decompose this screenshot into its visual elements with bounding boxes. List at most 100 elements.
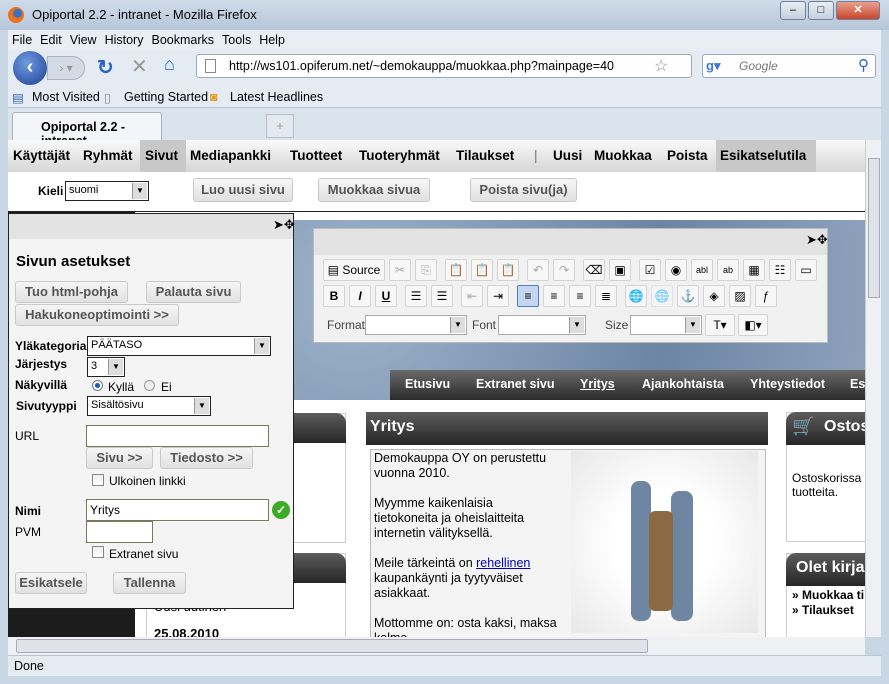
- bookmark-star-icon[interactable]: ☆: [654, 56, 668, 76]
- nav-uusi[interactable]: Uusi: [553, 148, 582, 163]
- menu-history[interactable]: History: [105, 33, 144, 47]
- login-link[interactable]: » Muokkaa ti: [792, 588, 864, 602]
- checkbox-icon[interactable]: ☑: [639, 259, 661, 281]
- create-page-button[interactable]: Luo uusi sivu: [193, 178, 293, 202]
- radio-icon[interactable]: ◉: [665, 259, 687, 281]
- justify-icon[interactable]: ≣: [595, 285, 617, 307]
- table-icon[interactable]: ▦: [743, 259, 765, 281]
- minimize-button[interactable]: –: [780, 1, 806, 20]
- italic-icon[interactable]: I: [349, 285, 371, 307]
- bookmark-most-visited[interactable]: Most Visited: [32, 90, 100, 104]
- reload-icon[interactable]: ↻: [97, 55, 114, 80]
- url-input[interactable]: [86, 425, 269, 447]
- visible-no-radio[interactable]: [144, 380, 155, 391]
- move-icon[interactable]: ➤✥: [273, 217, 295, 233]
- paste-word-icon[interactable]: 📋: [497, 259, 519, 281]
- vertical-scrollbar[interactable]: [865, 140, 881, 637]
- nav-esikatselutila[interactable]: Esikatselutila: [720, 148, 806, 163]
- language-select[interactable]: suomi ▼: [65, 181, 149, 201]
- object-icon[interactable]: ◈: [703, 285, 725, 307]
- format-select[interactable]: ▼: [365, 315, 467, 335]
- back-button[interactable]: ‹: [13, 51, 47, 85]
- bookmark-getting-started[interactable]: Getting Started: [124, 90, 208, 104]
- outdent-icon[interactable]: ⇤: [461, 285, 483, 307]
- horizontal-scrollbar[interactable]: [8, 637, 865, 655]
- anchor-icon[interactable]: ⚓: [677, 285, 699, 307]
- bookmark-latest-headlines[interactable]: Latest Headlines: [230, 90, 323, 104]
- parent-select[interactable]: PÄÄTASO ▼: [87, 336, 271, 356]
- search-input[interactable]: Google: [702, 54, 876, 78]
- external-link-checkbox[interactable]: [92, 474, 104, 486]
- nav-kayttajat[interactable]: Käyttäjät: [13, 148, 70, 163]
- page-link-button[interactable]: Sivu >>: [86, 447, 153, 469]
- stop-icon[interactable]: ✕: [131, 54, 148, 79]
- align-right-icon[interactable]: ≡: [569, 285, 591, 307]
- file-link-button[interactable]: Tiedosto >>: [160, 447, 253, 469]
- font-select[interactable]: ▼: [498, 315, 586, 335]
- redo-icon[interactable]: ↷: [553, 259, 575, 281]
- source-button[interactable]: ▤ Source: [323, 259, 385, 281]
- edit-page-button[interactable]: Muokkaa sivua: [318, 178, 430, 202]
- bold-icon[interactable]: B: [323, 285, 345, 307]
- delete-page-button[interactable]: Poista sivu(ja): [470, 178, 577, 202]
- textfield-icon[interactable]: abl: [691, 259, 713, 281]
- close-button[interactable]: ✕: [836, 1, 880, 20]
- site-nav-etusivu[interactable]: Etusivu: [405, 377, 450, 391]
- visible-yes-radio[interactable]: [92, 380, 103, 391]
- login-link[interactable]: » Tilaukset: [792, 603, 854, 617]
- address-bar[interactable]: http://ws101.opiferum.net/~demokauppa/mu…: [196, 54, 692, 78]
- paste-text-icon[interactable]: 📋: [471, 259, 493, 281]
- size-select[interactable]: ▼: [630, 315, 702, 335]
- extranet-checkbox[interactable]: [92, 546, 104, 558]
- flash-icon[interactable]: ƒ: [755, 285, 777, 307]
- menu-edit[interactable]: Edit: [40, 33, 62, 47]
- tab-opiportal[interactable]: Opiportal 2.2 - intranet: [12, 112, 162, 148]
- preview-button[interactable]: Esikatsele: [15, 572, 87, 594]
- save-button[interactable]: Tallenna: [113, 572, 186, 594]
- menu-tools[interactable]: Tools: [222, 33, 251, 47]
- site-nav-ajankohtaista[interactable]: Ajankohtaista: [642, 377, 724, 391]
- import-template-button[interactable]: Tuo html-pohja: [15, 281, 128, 303]
- site-nav-yhteystiedot[interactable]: Yhteystiedot: [750, 377, 825, 391]
- menu-bookmarks[interactable]: Bookmarks: [151, 33, 214, 47]
- numbered-list-icon[interactable]: ☰: [405, 285, 427, 307]
- name-input[interactable]: Yritys: [86, 499, 269, 521]
- eraser-icon[interactable]: ⌫: [583, 259, 605, 281]
- type-select[interactable]: Sisältösivu ▼: [87, 396, 211, 416]
- date-input[interactable]: [86, 521, 153, 543]
- nav-poista[interactable]: Poista: [667, 148, 708, 163]
- undo-icon[interactable]: ↶: [527, 259, 549, 281]
- site-nav-yritys[interactable]: Yritys: [580, 377, 615, 391]
- paste-icon[interactable]: 📋: [445, 259, 467, 281]
- site-nav-more[interactable]: Es: [850, 377, 865, 391]
- form-icon[interactable]: ▣: [609, 259, 631, 281]
- link-icon[interactable]: 🌐: [625, 285, 647, 307]
- search-magnifier-icon[interactable]: ⚲: [858, 56, 869, 74]
- site-nav-extranet[interactable]: Extranet sivu: [476, 377, 555, 391]
- menu-view[interactable]: View: [70, 33, 97, 47]
- scroll-thumb[interactable]: [16, 639, 648, 653]
- scroll-thumb[interactable]: [868, 158, 880, 298]
- seo-button[interactable]: Hakukoneoptimointi >>: [15, 304, 179, 326]
- panel-drag-handle[interactable]: [9, 214, 293, 239]
- nav-sivut[interactable]: Sivut: [145, 148, 178, 163]
- link-rehellinen[interactable]: rehellinen: [476, 556, 530, 570]
- nav-tuotteet[interactable]: Tuotteet: [290, 148, 342, 163]
- order-select[interactable]: 3 ▼: [87, 357, 125, 377]
- menu-file[interactable]: File: [12, 33, 32, 47]
- bullet-list-icon[interactable]: ☰: [431, 285, 453, 307]
- editor-drag-handle[interactable]: [314, 229, 827, 255]
- google-icon[interactable]: g▾: [706, 58, 720, 74]
- image-icon[interactable]: ▨: [729, 285, 751, 307]
- align-left-icon[interactable]: ≡: [517, 285, 539, 307]
- underline-icon[interactable]: U: [375, 285, 397, 307]
- select-icon[interactable]: ☷: [769, 259, 791, 281]
- maximize-button[interactable]: □: [808, 1, 834, 20]
- menu-help[interactable]: Help: [259, 33, 285, 47]
- button-icon[interactable]: ▭: [795, 259, 817, 281]
- align-center-icon[interactable]: ≡: [543, 285, 565, 307]
- forward-button[interactable]: › ▾: [47, 56, 85, 80]
- nav-ryhmat[interactable]: Ryhmät: [83, 148, 133, 163]
- home-icon[interactable]: ⌂: [164, 54, 175, 75]
- restore-page-button[interactable]: Palauta sivu: [146, 281, 241, 303]
